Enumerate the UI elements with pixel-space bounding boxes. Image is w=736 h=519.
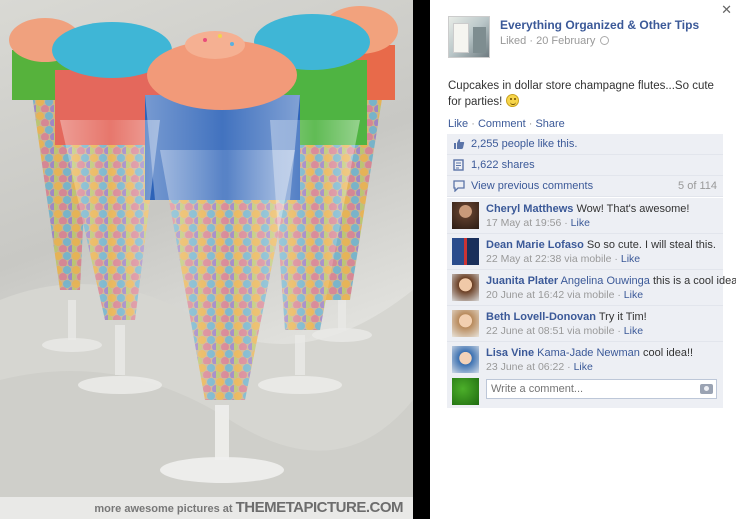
post-meta: Liked · 20 February <box>500 35 610 47</box>
thumbs-up-icon <box>454 139 465 149</box>
globe-icon <box>600 36 610 45</box>
camera-icon[interactable] <box>700 384 713 394</box>
comment-link[interactable]: Comment <box>478 118 526 130</box>
comment-author-link[interactable]: Cheryl Matthews <box>486 203 573 215</box>
view-previous-comments-link[interactable]: View previous comments <box>471 180 593 192</box>
comment-text: cool idea!! <box>642 347 694 359</box>
share-icon <box>453 159 464 171</box>
comment-like-link[interactable]: Like <box>571 217 590 229</box>
commenter-avatar[interactable] <box>452 274 479 301</box>
watermark-site: THEMETAPICTURE.COM <box>235 499 404 516</box>
post-actions: Like · Comment · Share <box>448 118 565 130</box>
comment-text: Wow! That's awesome! <box>576 203 690 215</box>
comment-author-link[interactable]: Lisa Vine <box>486 347 534 359</box>
comment-via: via mobile <box>564 253 612 265</box>
commenter-avatar[interactable] <box>452 346 479 373</box>
comment-item: Juanita Plater Angelina Ouwinga this is … <box>447 270 736 306</box>
comment-author-link[interactable]: Juanita Plater <box>486 275 558 287</box>
comment-item: Cheryl Matthews Wow! That's awesome! 17 … <box>447 198 723 234</box>
watermark-small: more awesome pictures at <box>94 503 233 515</box>
comment-time[interactable]: 17 May at 19:56 <box>486 217 561 229</box>
post-caption: Cupcakes in dollar store champagne flute… <box>448 78 730 110</box>
post-date[interactable]: 20 February <box>536 35 595 47</box>
likes-count-link[interactable]: 2,255 people like this. <box>471 138 577 150</box>
view-previous-row: View previous comments 5 of 114 <box>447 176 723 197</box>
comment-like-link[interactable]: Like <box>621 253 640 265</box>
comment-item: Dean Marie Lofaso So so cute. I will ste… <box>447 234 723 270</box>
page-avatar[interactable] <box>448 16 490 58</box>
current-user-avatar <box>452 378 479 405</box>
likes-summary-row: 2,255 people like this. <box>447 134 723 155</box>
watermark: more awesome pictures at THEMETAPICTURE.… <box>0 497 413 519</box>
post-header: Everything Organized & Other Tips Liked … <box>448 16 728 60</box>
comment-mention-link[interactable]: Angelina Ouwinga <box>561 275 650 287</box>
comment-item: Beth Lovell-Donovan Try it Tim! 22 June … <box>447 306 723 342</box>
comment-input[interactable] <box>486 379 717 399</box>
comment-time[interactable]: 23 June at 06:22 <box>486 361 564 373</box>
comment-text: Try it Tim! <box>598 311 647 323</box>
post-photo[interactable]: more awesome pictures at THEMETAPICTURE.… <box>0 0 413 519</box>
comment-text: this is a cool idea <box>652 275 736 287</box>
photo-pane: more awesome pictures at THEMETAPICTURE.… <box>0 0 430 519</box>
comment-item: Lisa Vine Kama-Jade Newman cool idea!! 2… <box>447 342 723 378</box>
page-name-link[interactable]: Everything Organized & Other Tips <box>500 18 699 32</box>
comment-time[interactable]: 22 May at 22:38 <box>486 253 561 265</box>
comment-like-link[interactable]: Like <box>624 289 643 301</box>
cupcake-flutes-illustration <box>0 6 413 519</box>
caption-text: Cupcakes in dollar store champagne flute… <box>448 80 714 108</box>
comment-author-link[interactable]: Beth Lovell-Donovan <box>486 311 596 323</box>
comment-time[interactable]: 20 June at 16:42 <box>486 289 564 301</box>
comment-via: via mobile <box>567 289 615 301</box>
commenter-avatar[interactable] <box>452 238 479 265</box>
comment-text: So so cute. I will steal this. <box>586 239 716 251</box>
share-link[interactable]: Share <box>535 118 564 130</box>
comment-like-link[interactable]: Like <box>574 361 593 373</box>
comment-time[interactable]: 22 June at 08:51 <box>486 325 564 337</box>
comment-author-link[interactable]: Dean Marie Lofaso <box>486 239 584 251</box>
shares-count-link[interactable]: 1,622 shares <box>471 159 535 171</box>
comment-mention-link[interactable]: Kama-Jade Newman <box>537 347 640 359</box>
comment-count: 5 of 114 <box>678 180 717 192</box>
commenter-avatar[interactable] <box>452 202 479 229</box>
shares-row: 1,622 shares <box>447 155 723 176</box>
commenter-avatar[interactable] <box>452 310 479 337</box>
comment-via: via mobile <box>567 325 615 337</box>
like-link[interactable]: Like <box>448 118 468 130</box>
liked-label[interactable]: Liked <box>500 35 526 47</box>
comment-bubble-icon <box>453 180 465 192</box>
comment-composer <box>447 374 723 408</box>
comment-like-link[interactable]: Like <box>624 325 643 337</box>
smiley-emoticon-icon <box>505 94 519 107</box>
